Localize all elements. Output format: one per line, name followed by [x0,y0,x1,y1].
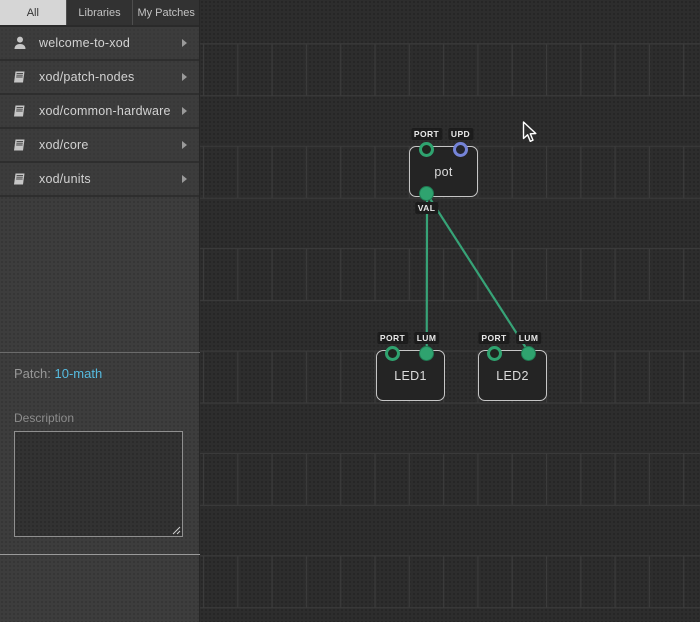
canvas-grid [200,0,700,622]
tab-my-patches[interactable]: My Patches [132,0,199,25]
sidebar-item-xod-core[interactable]: xod/core [0,129,199,163]
patch-canvas[interactable]: pot PORT UPD VAL LED1 PORT LUM LED2 PORT… [200,0,700,622]
panel-divider [0,554,200,555]
tab-all[interactable]: All [0,0,66,25]
pin-label-lum: LUM [414,332,440,344]
sidebar-item-xod-common-hardware[interactable]: xod/common-hardware [0,95,199,129]
pin-label-port: PORT [478,332,509,344]
pin-label-port: PORT [411,128,442,140]
patch-label-text: Patch: [14,366,51,381]
chevron-right-icon [182,39,187,47]
pin-pot-val[interactable] [419,186,434,201]
browser-tabs: All Libraries My Patches [0,0,199,27]
pin-label-val: VAL [415,202,439,214]
pin-led1-lum[interactable] [419,346,434,361]
chevron-right-icon [182,73,187,81]
project-browser-sidebar: All Libraries My Patches welcome-to-xod … [0,0,200,622]
node-label: LED1 [394,369,426,383]
node-led2[interactable]: LED2 PORT LUM [478,350,547,401]
pin-pot-upd[interactable] [453,142,468,157]
pin-label-upd: UPD [448,128,473,140]
description-label: Description [14,411,186,425]
patch-name-link[interactable]: 10-math [54,366,102,381]
patch-info-panel: Patch: 10-math Description [0,352,200,537]
patch-label: Patch: 10-math [14,366,186,381]
description-field-wrap [14,431,183,537]
book-icon [12,103,28,119]
sidebar-item-xod-units[interactable]: xod/units [0,163,199,197]
node-label: LED2 [496,369,528,383]
sidebar-item-label: welcome-to-xod [39,36,130,50]
sidebar-item-label: xod/patch-nodes [39,70,134,84]
pin-led2-lum[interactable] [521,346,536,361]
canvas-grid-and-links [200,0,700,622]
sidebar-item-welcome-to-xod[interactable]: welcome-to-xod [0,27,199,61]
chevron-right-icon [182,107,187,115]
library-list: welcome-to-xod xod/patch-nodes xod/commo… [0,27,199,197]
book-icon [12,171,28,187]
user-icon [12,35,28,51]
node-led1[interactable]: LED1 PORT LUM [376,350,445,401]
pin-label-lum: LUM [516,332,542,344]
xod-ide-window: All Libraries My Patches welcome-to-xod … [0,0,700,622]
sidebar-item-xod-patch-nodes[interactable]: xod/patch-nodes [0,61,199,95]
sidebar-item-label: xod/common-hardware [39,104,171,118]
tab-libraries[interactable]: Libraries [66,0,133,25]
description-textarea[interactable] [14,431,183,537]
book-icon [12,137,28,153]
node-pot[interactable]: pot PORT UPD VAL [409,146,478,197]
node-label: pot [434,165,452,179]
sidebar-item-label: xod/core [39,138,89,152]
book-icon [12,69,28,85]
chevron-right-icon [182,175,187,183]
sidebar-item-label: xod/units [39,172,91,186]
pin-pot-port[interactable] [419,142,434,157]
chevron-right-icon [182,141,187,149]
pin-led1-port[interactable] [385,346,400,361]
pin-label-port: PORT [377,332,408,344]
pin-led2-port[interactable] [487,346,502,361]
